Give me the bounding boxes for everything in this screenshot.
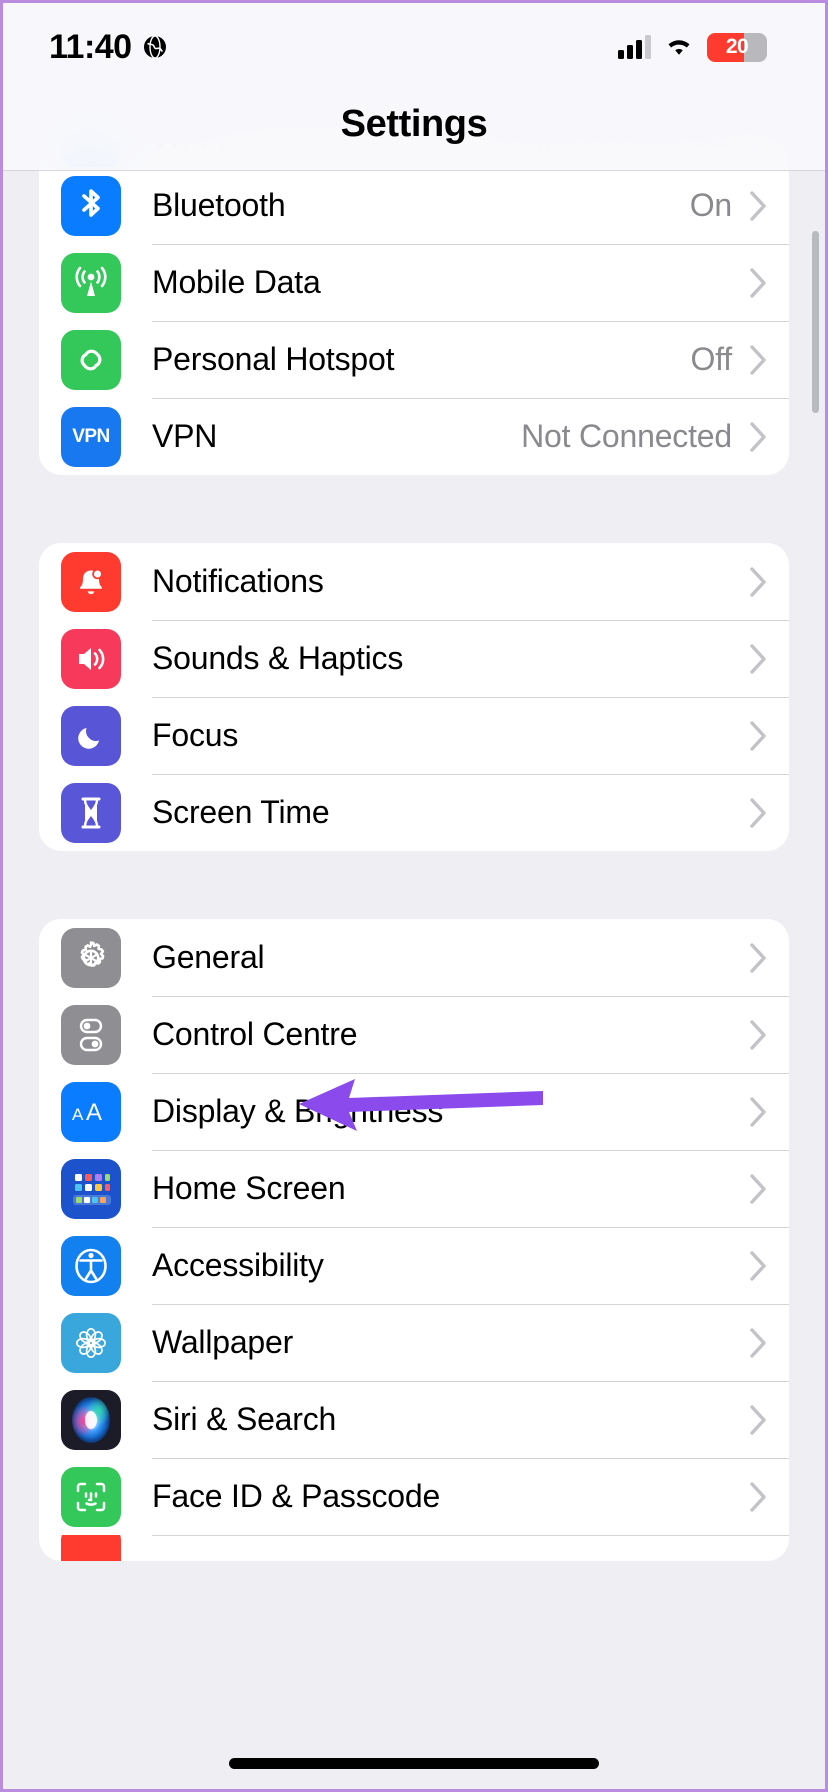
chevron-right-icon [750,344,767,375]
settings-row-label: Face ID & Passcode [152,1478,441,1514]
sos-icon [61,1535,121,1561]
general-gear-icon [61,927,121,988]
chevron-right-icon [750,1250,767,1281]
svg-text:A: A [86,1099,102,1126]
settings-row-general[interactable]: General [39,919,789,996]
svg-text:A: A [72,1105,84,1124]
chevron-right-icon [750,1096,767,1127]
face-id-icon [61,1466,121,1527]
focus-moon-icon [61,705,121,766]
settings-row-accessibility[interactable]: Accessibility [39,1227,789,1304]
settings-row-label: Sounds & Haptics [152,640,404,676]
battery-indicator: 20 [707,32,767,62]
settings-row-display-brightness[interactable]: A A Display & Brightness [39,1073,789,1150]
settings-scroll-view[interactable]: Wi-Fi Parulmechanic-5G Bluetooth On [3,3,825,1789]
settings-row-label: Wallpaper [152,1324,294,1360]
wifi-icon [663,35,695,59]
screen-time-hourglass-icon [61,782,121,843]
chevron-right-icon [750,1019,767,1050]
settings-row-mobile-data[interactable]: Mobile Data [39,244,789,321]
settings-row-emergency-sos[interactable] [39,1535,789,1561]
sounds-haptics-icon [61,628,121,689]
settings-row-wallpaper[interactable]: Wallpaper [39,1304,789,1381]
status-right: 20 [618,32,767,62]
settings-row-label: Bluetooth [152,187,286,223]
settings-row-sounds-haptics[interactable]: Sounds & Haptics [39,620,789,697]
settings-row-label: Siri & Search [152,1401,337,1437]
cellular-signal-icon [618,35,651,59]
settings-row-label: Focus [152,717,239,753]
chevron-right-icon [750,1327,767,1358]
status-clock: 11:40 [49,27,132,66]
chevron-right-icon [750,1173,767,1204]
settings-row-home-screen[interactable]: Home Screen [39,1150,789,1227]
battery-percent: 20 [725,35,749,58]
phone-screen: Wi-Fi Parulmechanic-5G Bluetooth On [0,0,828,1792]
globe-icon [142,34,168,60]
vertical-scrollbar[interactable] [812,231,819,413]
settings-row-label: General [152,939,265,975]
display-brightness-icon: A A [61,1081,121,1142]
settings-row-bluetooth[interactable]: Bluetooth On [39,167,789,244]
settings-row-label: Mobile Data [152,264,321,300]
status-left: 11:40 [49,28,168,67]
mobile-data-icon [61,252,121,313]
chevron-right-icon [750,566,767,597]
chevron-right-icon [750,720,767,751]
vpn-icon: VPN [61,406,121,467]
chevron-right-icon [750,797,767,828]
settings-row-face-id-passcode[interactable]: Face ID & Passcode [39,1458,789,1535]
settings-row-focus[interactable]: Focus [39,697,789,774]
settings-row-label: Home Screen [152,1170,346,1206]
settings-row-label: VPN [152,418,218,454]
siri-orb-icon [61,1389,121,1450]
page-title: Settings [340,103,488,145]
settings-row-screen-time[interactable]: Screen Time [39,774,789,851]
settings-row-siri-search[interactable]: Siri & Search [39,1381,789,1458]
settings-row-control-centre[interactable]: Control Centre [39,996,789,1073]
settings-row-label: Notifications [152,563,324,599]
bluetooth-icon [61,175,121,236]
chevron-right-icon [750,942,767,973]
settings-row-label: Screen Time [152,794,330,830]
status-bar: 11:40 20 [3,3,825,91]
settings-row-label: Display & Brightness [152,1093,444,1129]
personal-hotspot-icon [61,329,121,390]
control-centre-toggles-icon [61,1004,121,1065]
home-indicator [229,1758,599,1769]
settings-row-notifications[interactable]: Notifications [39,543,789,620]
settings-row-value: Off [690,341,733,377]
settings-row-value: Not Connected [521,418,732,454]
settings-row-vpn[interactable]: VPN VPN Not Connected [39,398,789,475]
notifications-bell-icon [61,551,121,612]
home-screen-grid-icon [61,1158,121,1219]
accessibility-icon [61,1235,121,1296]
wallpaper-flower-icon [61,1312,121,1373]
chevron-right-icon [750,1481,767,1512]
settings-row-label: Personal Hotspot [152,341,395,377]
settings-group-alerts: Notifications Sounds & Haptics Focus Scr… [39,543,789,851]
chevron-right-icon [750,421,767,452]
settings-row-personal-hotspot[interactable]: Personal Hotspot Off [39,321,789,398]
chevron-right-icon [750,643,767,674]
settings-row-label: Accessibility [152,1247,324,1283]
chevron-right-icon [750,267,767,298]
settings-group-system: General Control Centre A A Display & Bri… [39,919,789,1561]
chevron-right-icon [750,190,767,221]
chevron-right-icon [750,1404,767,1435]
settings-row-value: On [689,187,732,223]
settings-row-label: Control Centre [152,1016,358,1052]
settings-group-connectivity: Wi-Fi Parulmechanic-5G Bluetooth On [39,141,789,475]
